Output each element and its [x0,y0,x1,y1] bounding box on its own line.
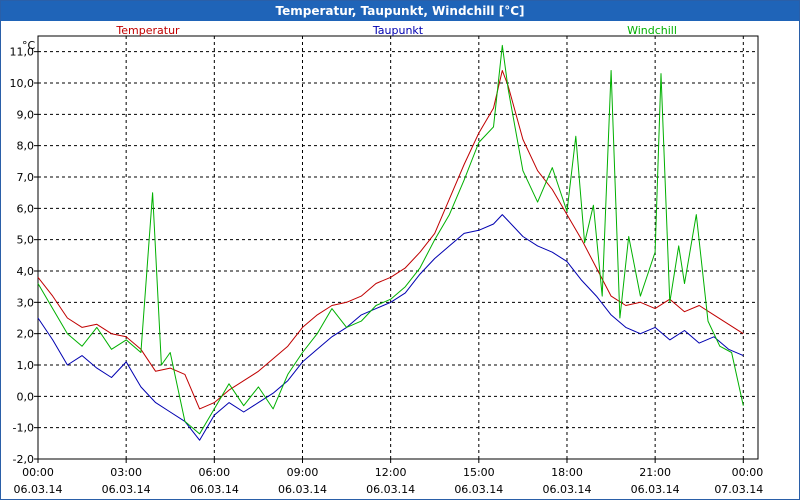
x-tick-time: 06:00 [198,466,230,479]
y-tick-label: 5,0 [17,234,35,247]
x-tick-date: 06.03.14 [542,483,591,496]
y-tick-label: 0,0 [17,390,35,403]
x-tick-time: 21:00 [639,466,671,479]
x-tick-time: 00:00 [22,466,54,479]
x-tick-date: 06.03.14 [102,483,151,496]
y-tick-label: -2,0 [13,453,34,466]
chart-grid [37,36,758,460]
x-tick-date: 06.03.14 [366,483,415,496]
line-chart: 11,010,09,08,07,06,05,04,03,02,01,00,0-1… [10,24,764,496]
y-tick-label: 10,0 [10,77,35,90]
y-tick-label: 2,0 [17,328,35,341]
x-tick-date: 06.03.14 [454,483,503,496]
y-tick-label: 8,0 [17,140,35,153]
x-tick-date: 07.03.14 [714,483,763,496]
y-tick-label: 6,0 [17,202,35,215]
x-tick-time: 12:00 [375,466,407,479]
plot-frame [37,35,759,460]
x-tick-date: 06.03.14 [278,483,327,496]
window-title: Temperatur, Taupunkt, Windchill [°C] [1,1,799,21]
y-tick-label: 7,0 [17,171,35,184]
legend: Temperatur Taupunkt Windchill [115,24,677,37]
y-tick-label: 3,0 [17,296,35,309]
x-tick-time: 15:00 [463,466,495,479]
x-tick-date: 06.03.14 [14,483,63,496]
x-tick-time: 03:00 [110,466,142,479]
y-tick-label: 9,0 [17,108,35,121]
y-axis-label: °C [22,39,36,52]
x-tick-time: 18:00 [551,466,583,479]
y-axis: 11,010,09,08,07,06,05,04,03,02,01,00,0-1… [10,46,38,466]
y-tick-label: 1,0 [17,359,35,372]
y-tick-label: -1,0 [13,422,34,435]
legend-entry-taupunkt: Taupunkt [372,24,424,37]
x-axis: 00:00 06.03.14 03:00 06.03.14 06:00 06.03.14 0… [14,459,764,496]
x-tick-date: 06.03.14 [190,483,239,496]
x-tick-date: 06.03.14 [631,483,680,496]
legend-entry-windchill: Windchill [627,24,677,37]
y-tick-label: 4,0 [17,265,35,278]
x-tick-time: 00:00 [732,466,764,479]
x-tick-time: 09:00 [287,466,319,479]
legend-entry-temperatur: Temperatur [115,24,180,37]
